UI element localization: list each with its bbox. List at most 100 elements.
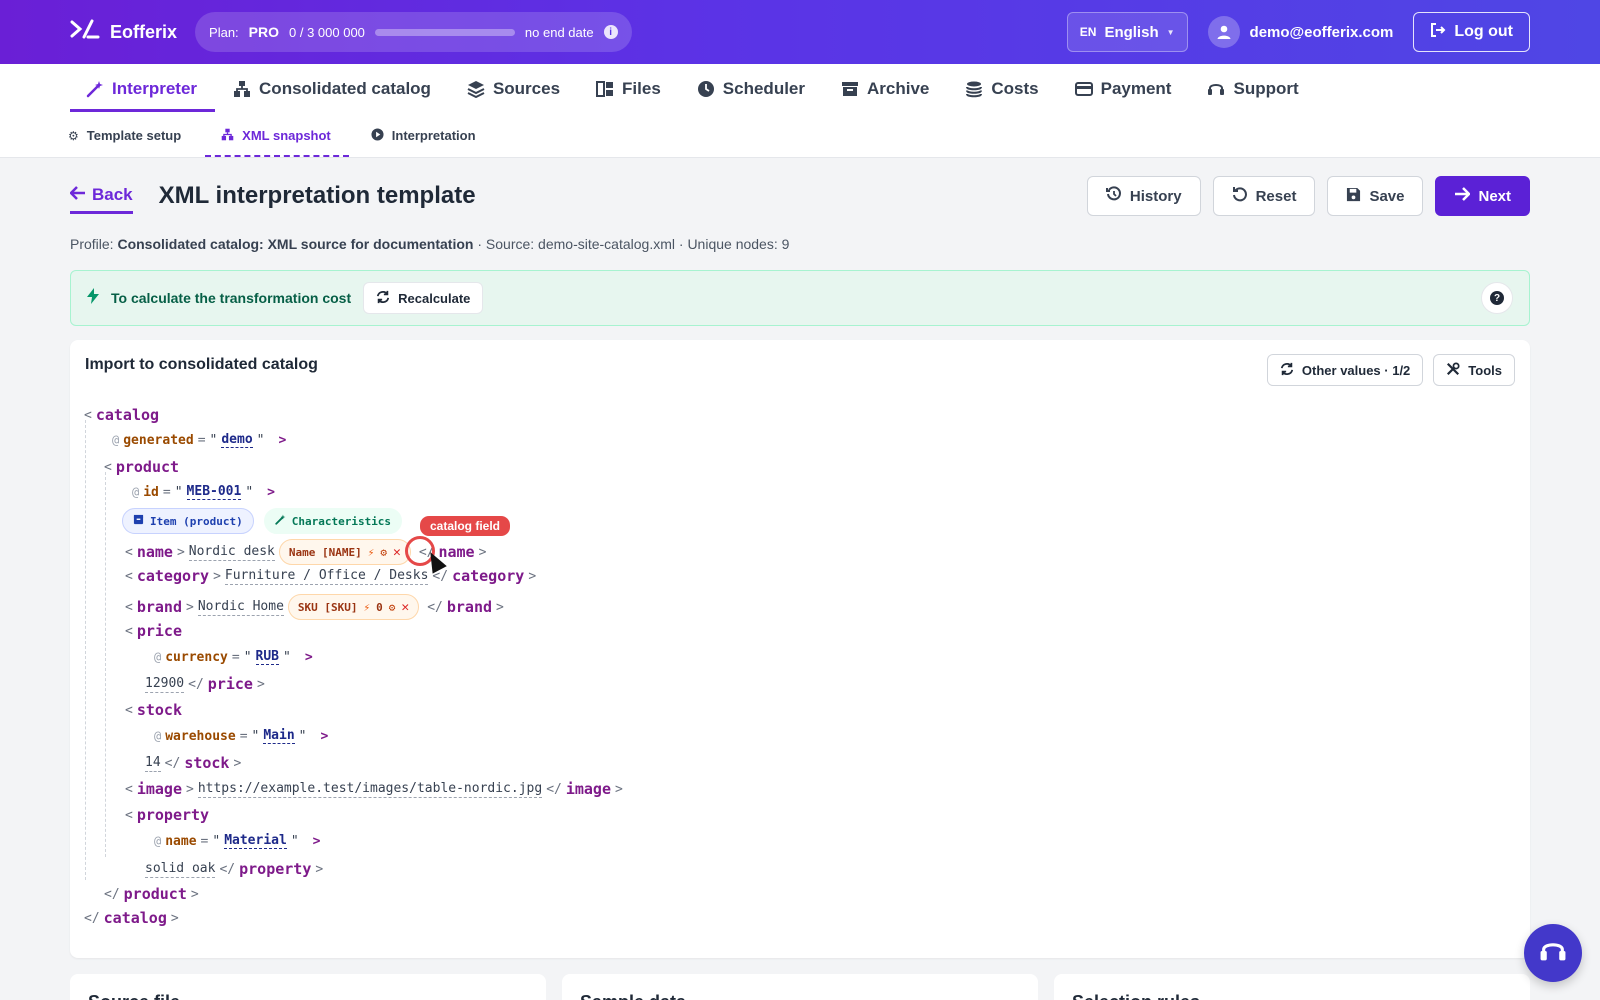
tag-name: category xyxy=(136,567,210,585)
xml-text-price[interactable]: 12900 </price > xyxy=(145,675,265,693)
tab-label: XML snapshot xyxy=(242,128,331,143)
node-value[interactable]: solid oak xyxy=(145,861,216,878)
xml-node-price[interactable]: < price xyxy=(125,622,182,640)
close-icon[interactable]: ✕ xyxy=(401,600,409,615)
item-product-chip[interactable]: Item (product) xyxy=(122,508,254,534)
attr-name: name xyxy=(165,833,197,849)
chip-label: Item (product) xyxy=(150,514,243,528)
tree-guide xyxy=(85,420,86,880)
characteristics-chip[interactable]: Characteristics xyxy=(263,508,403,534)
nav-costs[interactable]: Costs xyxy=(947,64,1056,114)
support-chat-button[interactable] xyxy=(1524,924,1582,982)
user-menu[interactable]: demo@eofferix.com xyxy=(1207,16,1394,48)
node-value[interactable]: Furniture / Office / Desks xyxy=(224,568,429,585)
next-label: Next xyxy=(1478,187,1511,205)
node-value[interactable]: 14 xyxy=(145,755,161,772)
closing-tag-name: name xyxy=(438,543,475,561)
tag-name: catalog xyxy=(95,406,160,424)
attr-value[interactable]: MEB-001 xyxy=(186,484,242,500)
field-mapping-pill[interactable]: Name [NAME] ⚡ ⚙ ✕ xyxy=(278,539,411,565)
nav-support[interactable]: Support xyxy=(1189,64,1316,114)
plan-indicator[interactable]: Plan: PRO 0 / 3 000 000 no end date i xyxy=(195,12,632,52)
xml-attr-currency[interactable]: @ currency = " RUB " > xyxy=(154,649,313,665)
xml-attr-id[interactable]: @ id = " MEB-001 " > xyxy=(132,484,275,500)
close-icon[interactable]: ✕ xyxy=(393,545,401,560)
attr-value[interactable]: Material xyxy=(224,833,287,849)
attr-value[interactable]: RUB xyxy=(255,649,279,665)
coins-icon xyxy=(965,80,983,98)
help-button[interactable]: ? xyxy=(1481,282,1513,314)
closing-tag-name: brand xyxy=(446,598,493,616)
xml-node-brand[interactable]: < brand > Nordic Home SKU [SKU] ⚡ 0 ⚙ ✕ </… xyxy=(125,594,504,620)
tag-name: name xyxy=(136,543,173,561)
xml-attr-generated[interactable]: @ generated = " demo " > xyxy=(112,432,286,448)
nav-files[interactable]: Files xyxy=(578,64,679,114)
history-button[interactable]: History xyxy=(1086,176,1201,216)
xml-attr-pname[interactable]: @ name = " Material " > xyxy=(154,833,320,849)
save-label: Save xyxy=(1369,187,1405,205)
tab-template-setup[interactable]: ⚙ Template setup xyxy=(68,114,199,157)
page-header: Back XML interpretation template History… xyxy=(69,172,1530,220)
nav-consolidated-catalog[interactable]: Consolidated catalog xyxy=(215,64,449,114)
gear-icon[interactable]: ⚙ xyxy=(380,546,387,559)
tab-interpretation[interactable]: Interpretation xyxy=(371,114,494,157)
files-icon xyxy=(596,80,614,98)
profile-source: · Source: demo-site-catalog.xml xyxy=(477,236,675,252)
user-email: demo@eofferix.com xyxy=(1249,23,1394,41)
save-button[interactable]: Save xyxy=(1327,176,1424,216)
xml-text-property[interactable]: solid oak </property > xyxy=(145,860,323,878)
info-icon[interactable]: i xyxy=(603,25,618,39)
nav-payment[interactable]: Payment xyxy=(1057,64,1190,114)
nav-sources[interactable]: Sources xyxy=(449,64,578,114)
node-value[interactable]: 12900 xyxy=(145,676,185,693)
nav-archive[interactable]: Archive xyxy=(823,64,947,114)
attr-value[interactable]: demo xyxy=(221,432,253,448)
plan-name: PRO xyxy=(248,24,280,40)
language-select[interactable]: EN English ▼ xyxy=(1066,12,1188,52)
tag-name: property xyxy=(136,806,210,824)
xml-node-category[interactable]: < category > Furniture / Office / Desks </… xyxy=(125,567,536,585)
reset-button[interactable]: Reset xyxy=(1212,176,1316,216)
nav-interpreter[interactable]: Interpreter xyxy=(70,64,216,114)
xml-node-product[interactable]: < product xyxy=(104,458,179,476)
xml-attr-warehouse[interactable]: @ warehouse = " Main " > xyxy=(154,728,328,744)
recalculate-button[interactable]: Recalculate xyxy=(363,282,484,314)
nav-label: Support xyxy=(1233,79,1299,98)
logout-button[interactable]: Log out xyxy=(1413,12,1530,52)
credit-card-icon xyxy=(1074,80,1093,98)
xml-node-stock[interactable]: < stock xyxy=(125,701,182,719)
profile-nodes: · Unique nodes: 9 xyxy=(678,236,790,252)
play-icon xyxy=(371,127,384,144)
arrow-left-icon xyxy=(69,185,86,205)
cost-alert: To calculate the transformation cost Rec… xyxy=(70,270,1530,326)
back-link[interactable]: Back xyxy=(69,185,133,214)
node-value[interactable]: Nordic Home xyxy=(197,599,284,616)
headset-icon xyxy=(1207,80,1225,98)
next-button[interactable]: Next xyxy=(1435,176,1530,216)
node-value[interactable]: https://example.test/images/table-nordic… xyxy=(197,781,543,798)
brand-logo[interactable]: Eofferix xyxy=(70,18,177,46)
gear-icon[interactable]: ⚙ xyxy=(389,601,396,614)
xml-node-property[interactable]: < property xyxy=(125,806,209,824)
tab-xml-snapshot[interactable]: XML snapshot xyxy=(205,114,349,157)
history-icon xyxy=(1105,186,1122,206)
selection-rules-card: Selection rules xyxy=(1054,974,1530,1000)
tag-name: stock xyxy=(136,701,182,719)
box-icon xyxy=(133,514,144,528)
xml-node-catalog[interactable]: < catalog xyxy=(84,406,159,424)
attr-value[interactable]: Main xyxy=(263,728,295,744)
nav-scheduler[interactable]: Scheduler xyxy=(679,64,823,114)
nav-label: Archive xyxy=(867,79,930,98)
xml-text-stock[interactable]: 14 </stock > xyxy=(145,754,241,772)
catalog-field-tooltip: catalog field xyxy=(420,516,511,536)
history-label: History xyxy=(1129,187,1182,205)
logout-label: Log out xyxy=(1454,23,1513,40)
chip-label: Characteristics xyxy=(291,514,392,528)
alert-text: To calculate the transformation cost xyxy=(111,290,352,306)
xml-node-image[interactable]: < image > https://example.test/images/tabl… xyxy=(125,780,623,798)
node-value[interactable]: Nordic desk xyxy=(188,544,275,561)
closing-tag-name: price xyxy=(207,675,253,693)
tag-name: price xyxy=(136,622,182,640)
bolt-icon: ⚡ xyxy=(367,545,375,559)
field-mapping-pill[interactable]: SKU [SKU] ⚡ 0 ⚙ ✕ xyxy=(287,594,420,620)
